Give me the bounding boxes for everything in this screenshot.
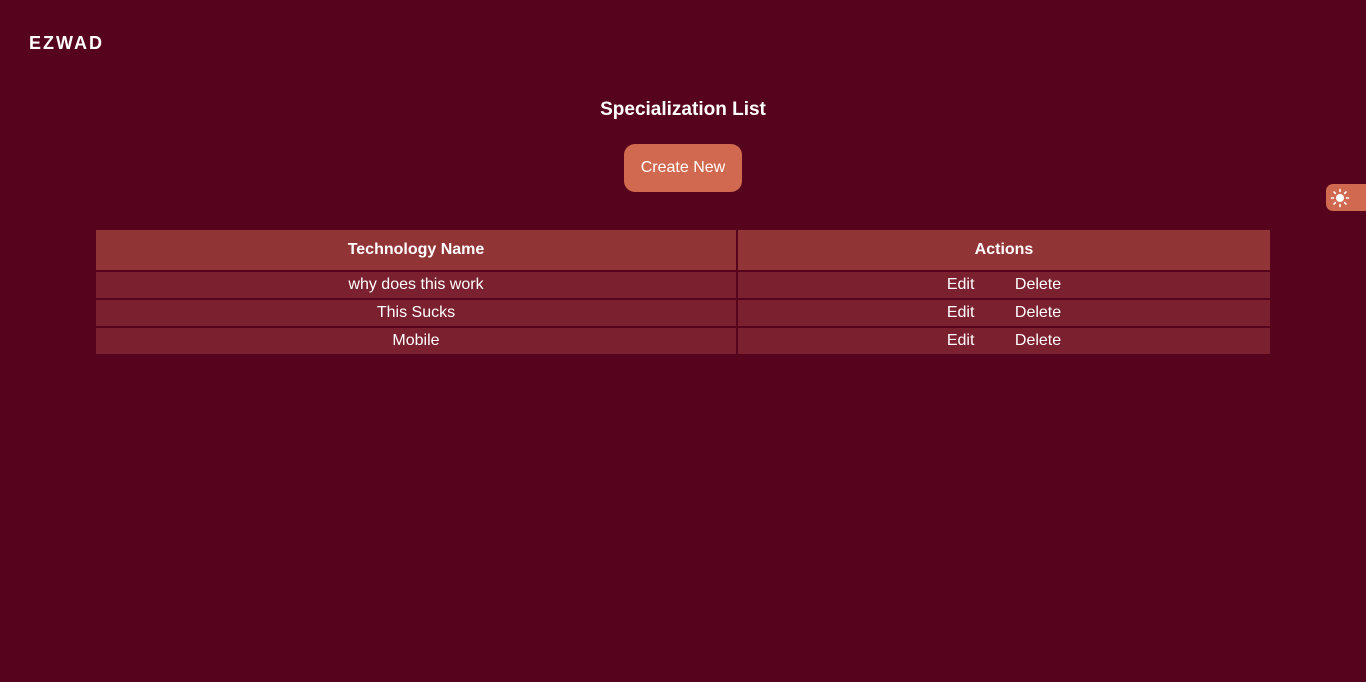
delete-link[interactable]: Delete — [1015, 332, 1061, 350]
table-header-row: Technology Name Actions — [96, 230, 1270, 272]
technology-name-cell: why does this work — [96, 272, 738, 300]
theme-toggle-button[interactable] — [1326, 184, 1366, 211]
edit-link[interactable]: Edit — [947, 332, 975, 350]
actions-cell: Edit Delete — [738, 328, 1270, 354]
actions-cell: Edit Delete — [738, 272, 1270, 300]
table-row: why does this work Edit Delete — [96, 272, 1270, 300]
column-header-actions: Actions — [738, 230, 1270, 272]
create-new-button[interactable]: Create New — [624, 144, 742, 192]
actions-cell: Edit Delete — [738, 300, 1270, 328]
delete-link[interactable]: Delete — [1015, 304, 1061, 322]
edit-link[interactable]: Edit — [947, 304, 975, 322]
delete-link[interactable]: Delete — [1015, 276, 1061, 294]
page-title: Specialization List — [600, 99, 766, 120]
table-row: Mobile Edit Delete — [96, 328, 1270, 354]
technology-name-cell: Mobile — [96, 328, 738, 354]
column-header-technology-name: Technology Name — [96, 230, 738, 272]
edit-link[interactable]: Edit — [947, 276, 975, 294]
technology-name-cell: This Sucks — [96, 300, 738, 328]
specialization-table: Technology Name Actions why does this wo… — [96, 230, 1270, 354]
brand-logo[interactable]: EZWAD — [29, 33, 104, 54]
sun-icon — [1330, 188, 1350, 208]
table-row: This Sucks Edit Delete — [96, 300, 1270, 328]
